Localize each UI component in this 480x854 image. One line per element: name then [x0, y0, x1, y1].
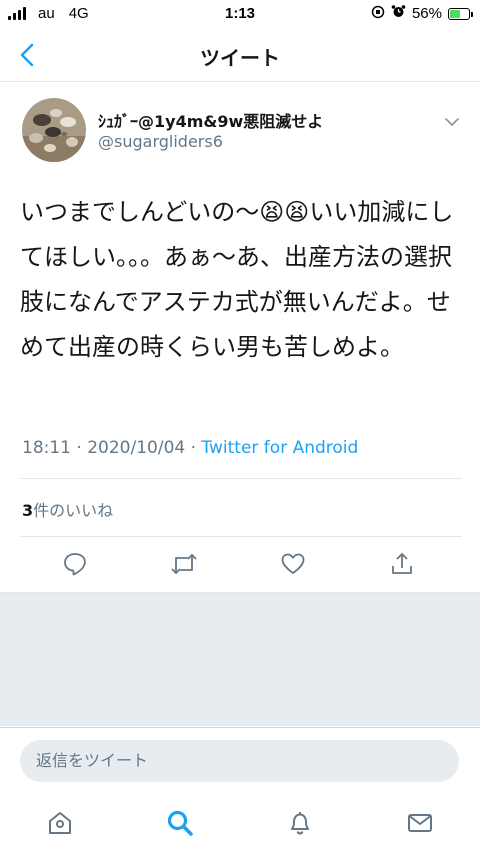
- notifications-icon: [291, 812, 309, 835]
- tweet-date: 2020/10/04: [87, 438, 186, 458]
- likes-count: 3: [22, 501, 34, 520]
- tab-notifications[interactable]: [280, 803, 320, 843]
- search-icon: [167, 810, 193, 836]
- tweet-actions: [0, 548, 480, 582]
- tab-bar: [0, 793, 480, 854]
- status-bar-right: 56%: [371, 4, 473, 23]
- likes-count-link[interactable]: 3件のいいね: [22, 497, 113, 521]
- tab-messages[interactable]: [400, 803, 440, 843]
- tweet-options-button[interactable]: [442, 112, 462, 132]
- battery-icon: [448, 7, 473, 20]
- home-icon: [49, 812, 71, 834]
- retweet-button[interactable]: [168, 548, 200, 580]
- reply-button[interactable]: [59, 548, 91, 580]
- likes-label: 件のいいね: [33, 501, 114, 520]
- divider: [20, 536, 462, 537]
- reply-bar: 返信をツイート: [0, 727, 480, 793]
- tweet-text: いつまでしんどいの〜😫😫いい加減にしてほしい。。。あぁ〜あ、出産方法の選択肢にな…: [20, 198, 454, 361]
- alarm-icon: [391, 4, 406, 23]
- header: ツイート: [0, 28, 480, 82]
- battery-fill: [450, 9, 461, 18]
- reply-input[interactable]: 返信をツイート: [20, 740, 459, 782]
- tweet-meta: 18:11 · 2020/10/04 · Twitter for Android: [22, 438, 358, 458]
- status-bar: au 4G 1:13 56%: [0, 0, 480, 28]
- display-name[interactable]: ｼｭｶﾞｰ@1y4m&9w悪阻滅せよ: [98, 108, 323, 132]
- meta-separator: ·: [185, 438, 202, 458]
- retweet-icon: [171, 554, 197, 574]
- tab-search[interactable]: [160, 803, 200, 843]
- share-button[interactable]: [386, 548, 418, 580]
- meta-separator: ·: [71, 438, 88, 458]
- chevron-down-icon: [445, 118, 459, 126]
- messages-icon: [408, 814, 432, 832]
- like-button[interactable]: [277, 548, 309, 580]
- reply-icon: [64, 553, 86, 576]
- battery-percent: 56%: [411, 5, 442, 22]
- orientation-lock-icon: [371, 5, 385, 23]
- tab-home[interactable]: [40, 803, 80, 843]
- tweet-time: 18:11: [22, 438, 71, 458]
- user-handle[interactable]: @sugargliders6: [98, 132, 223, 151]
- like-icon: [281, 553, 305, 574]
- empty-replies-area: [0, 592, 480, 726]
- page-title: ツイート: [200, 46, 280, 70]
- avatar-image: [22, 98, 86, 162]
- avatar[interactable]: [22, 98, 86, 162]
- divider: [20, 478, 462, 479]
- tweet-source-link[interactable]: Twitter for Android: [201, 438, 358, 458]
- share-icon: [392, 553, 412, 574]
